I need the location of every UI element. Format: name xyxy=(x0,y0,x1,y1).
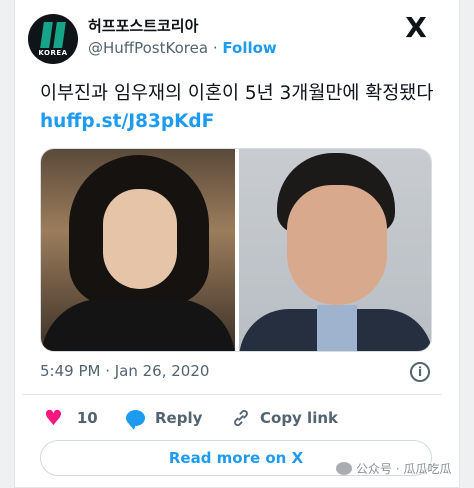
tweet-body: 이부진과 임우재의 이혼이 5년 3개월만에 확정됐다 xyxy=(40,83,434,104)
wechat-icon xyxy=(336,462,352,475)
avatar-logo-bar xyxy=(40,22,53,48)
handle-row: @HuffPostKorea · Follow xyxy=(88,39,277,57)
timestamp[interactable]: 5:49 PM · Jan 26, 2020 xyxy=(40,362,209,380)
action-bar: ♥ 10 Reply Copy link xyxy=(40,405,440,431)
avatar-logo-bar xyxy=(53,22,66,48)
tweet-link[interactable]: huffp.st/J83pKdF xyxy=(40,111,214,132)
copy-link-label: Copy link xyxy=(260,409,338,427)
follow-button[interactable]: Follow xyxy=(222,39,276,57)
watermark-text: 公众号 · 瓜瓜吃瓜 xyxy=(356,462,452,476)
face-shape xyxy=(103,189,177,289)
account-handle[interactable]: @HuffPostKorea xyxy=(88,39,208,57)
reply-label: Reply xyxy=(155,409,203,427)
like-count: 10 xyxy=(76,409,98,427)
avatar-label: KOREA xyxy=(38,49,68,57)
avatar[interactable]: KOREA xyxy=(28,14,78,64)
dress-shape xyxy=(41,299,235,351)
reply-bubble-icon xyxy=(126,410,145,430)
watermark: 公众号 · 瓜瓜吃瓜 xyxy=(336,460,451,477)
photo-man[interactable] xyxy=(239,149,431,351)
heart-icon: ♥ xyxy=(44,406,63,430)
copy-link-button[interactable]: Copy link xyxy=(230,405,338,431)
tweet-text: 이부진과 임우재의 이혼이 5년 3개월만에 확정됐다 huffp.st/J83… xyxy=(40,80,440,136)
photo-woman[interactable] xyxy=(41,149,235,351)
like-button[interactable]: ♥ 10 xyxy=(44,405,98,431)
separator-dot: · xyxy=(212,39,218,57)
reply-button[interactable]: Reply xyxy=(126,405,202,431)
display-name[interactable]: 허프포스트코리아 xyxy=(88,15,198,36)
link-icon xyxy=(234,409,248,427)
tweet-media[interactable] xyxy=(40,148,432,352)
x-logo-icon[interactable]: X xyxy=(402,14,430,42)
divider xyxy=(22,394,442,395)
tweet-header: KOREA 허프포스트코리아 @HuffPostKorea · Follow X xyxy=(22,12,440,70)
shirt-shape xyxy=(317,305,357,351)
info-icon[interactable]: i xyxy=(410,362,430,382)
face-shape xyxy=(287,185,387,305)
